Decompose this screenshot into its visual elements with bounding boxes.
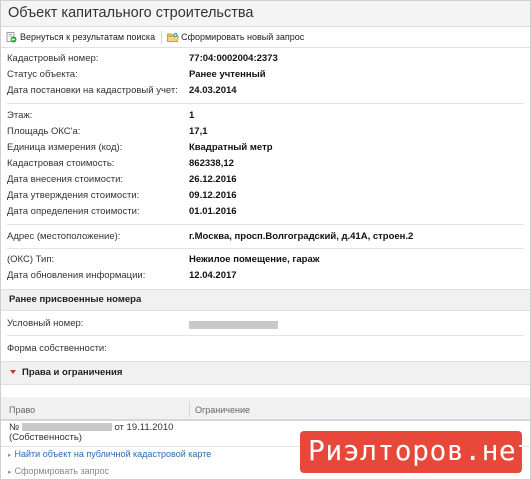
field-value: 17,1 — [189, 126, 208, 137]
toolbar-separator — [161, 30, 163, 44]
field-label: Статус объекта: — [7, 69, 78, 80]
field-label: (ОКС) Тип: — [7, 254, 55, 265]
rights-header: Права и ограничения — [22, 367, 123, 378]
field-type: (ОКС) Тип: Нежилое помещение, гараж — [7, 252, 524, 268]
field-value: Нежилое помещение, гараж — [189, 254, 320, 265]
entry-type: (Собственность) — [9, 432, 82, 443]
object-window: Объект капитального строительства Вернут… — [0, 0, 531, 480]
field-info-update-date: Дата обновления информации: 12.04.2017 — [7, 268, 524, 284]
field-floor: Этаж: 1 — [7, 108, 524, 124]
field-cadastral-value: Кадастровая стоимость: 862338,12 — [7, 156, 524, 172]
previous-numbers-header: Ранее присвоенные номера — [1, 289, 530, 311]
back-icon — [6, 31, 17, 43]
field-value: 12.04.2017 — [189, 270, 237, 281]
field-address: Адрес (местоположение): г.Москва, просп.… — [7, 229, 524, 245]
field-value: г.Москва, просп.Волгоградский, д.41А, ст… — [189, 231, 414, 242]
back-to-results-label: Вернуться к результатам поиска — [20, 32, 156, 42]
folder-icon — [167, 32, 179, 43]
field-label: Дата определения стоимости: — [7, 206, 140, 217]
window-title: Объект капитального строительства — [1, 1, 530, 27]
field-value: 01.01.2016 — [189, 206, 237, 217]
divider — [7, 335, 524, 336]
field-label: Этаж: — [7, 110, 33, 121]
watermark-text: Риэлторов.нет — [308, 434, 522, 467]
public-map-link[interactable]: ▸ Найти объект на публичной кадастровой к… — [8, 449, 211, 459]
field-value: 1 — [189, 110, 195, 121]
field-value-approval-date: Дата утверждения стоимости: 09.12.2016 — [7, 188, 524, 204]
field-value: 09.12.2016 — [189, 190, 237, 201]
field-ownership: Форма собственности: — [7, 341, 524, 357]
field-value-determination-date: Дата определения стоимости: 01.01.2016 — [7, 204, 524, 220]
new-request-button[interactable]: Сформировать новый запрос — [167, 32, 304, 43]
field-label: Дата постановки на кадастровый учет: — [7, 85, 178, 96]
field-value: 862338,12 — [189, 158, 234, 169]
chevron-right-icon: ▸ — [8, 452, 12, 459]
field-value: 77:04:0002004:2373 — [189, 53, 278, 64]
field-label: Форма собственности: — [7, 343, 107, 354]
new-request-label: Сформировать новый запрос — [181, 32, 305, 42]
redaction-bar — [189, 321, 278, 330]
field-value-entry-date: Дата внесения стоимости: 26.12.2016 — [7, 172, 524, 188]
rights-table-header: Право Ограничение — [1, 397, 530, 421]
back-to-results-button[interactable]: Вернуться к результатам поиска — [6, 31, 156, 43]
field-label: Дата обновления информации: — [7, 270, 146, 281]
field-value: Ранее учтенный — [189, 69, 266, 80]
field-value: 26.12.2016 — [189, 174, 237, 185]
toolbar: Вернуться к результатам поиска Сформиров… — [1, 27, 530, 48]
field-label: Дата внесения стоимости: — [7, 174, 124, 185]
redacted-value — [189, 316, 278, 332]
field-status: Статус объекта: Ранее учтенный — [7, 67, 524, 83]
field-value: Квадратный метр — [189, 142, 273, 153]
field-cadastral-number: Кадастровый номер: 77:04:0002004:2373 — [7, 51, 524, 67]
field-registration-date: Дата постановки на кадастровый учет: 24.… — [7, 83, 524, 99]
field-conditional-number: Условный номер: — [7, 316, 524, 332]
collapse-triangle-icon — [10, 370, 16, 375]
column-header-restriction: Ограничение — [195, 405, 250, 415]
divider — [7, 248, 524, 249]
field-unit: Единица измерения (код): Квадратный метр — [7, 140, 524, 156]
field-label: Кадастровая стоимость: — [7, 158, 115, 169]
field-label: Кадастровый номер: — [7, 53, 99, 64]
field-label: Площадь ОКС'a: — [7, 126, 81, 137]
public-map-label: Найти объект на публичной кадастровой ка… — [14, 449, 212, 459]
make-request-link[interactable]: ▸ Сформировать запрос — [8, 466, 109, 476]
rights-section-toggle[interactable]: Права и ограничения — [1, 361, 530, 385]
field-value: 24.03.2014 — [189, 85, 237, 96]
field-label: Условный номер: — [7, 318, 84, 329]
field-label: Единица измерения (код): — [7, 142, 123, 153]
column-divider — [189, 401, 190, 417]
chevron-right-icon: ▸ — [8, 469, 12, 476]
field-area: Площадь ОКС'a: 17,1 — [7, 124, 524, 140]
site-watermark: Риэлторов.нет — [300, 431, 522, 473]
field-label: Дата утверждения стоимости: — [7, 190, 140, 201]
make-request-label: Сформировать запрос — [14, 466, 109, 476]
column-header-right: Право — [9, 405, 36, 415]
field-label: Адрес (местоположение): — [7, 231, 121, 242]
divider — [7, 224, 524, 225]
divider — [7, 103, 524, 104]
